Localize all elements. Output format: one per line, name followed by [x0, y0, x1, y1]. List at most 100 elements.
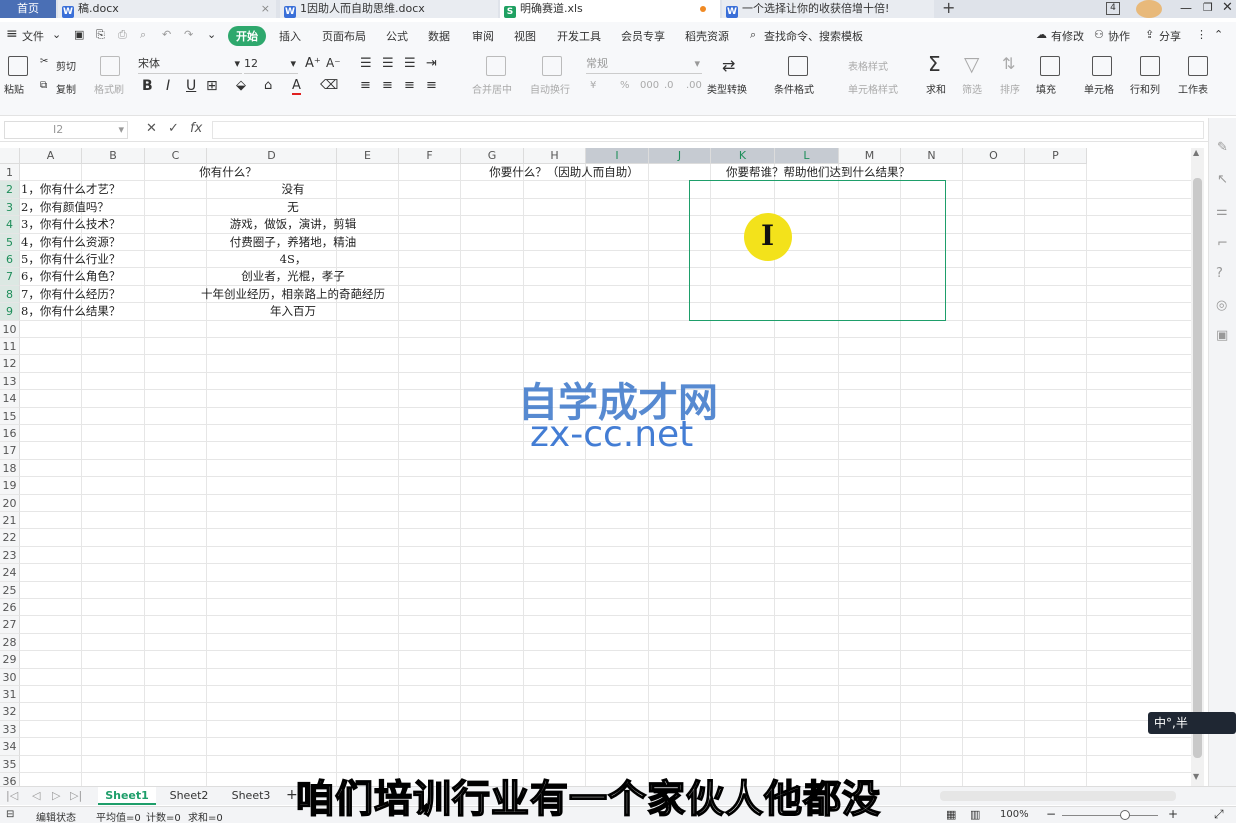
- column-header-f[interactable]: F: [399, 148, 461, 164]
- row-header-20[interactable]: 20: [0, 494, 20, 512]
- new-tab-plus-icon[interactable]: +: [942, 0, 955, 17]
- column-header-e[interactable]: E: [337, 148, 399, 164]
- align-left-icon[interactable]: ≡: [360, 78, 371, 93]
- decrease-decimal-icon[interactable]: .00: [686, 80, 702, 91]
- font-color-icon[interactable]: A: [292, 78, 301, 95]
- row-header-34[interactable]: 34: [0, 738, 20, 756]
- row-header-31[interactable]: 31: [0, 686, 20, 704]
- cut-button[interactable]: 剪切: [56, 58, 76, 73]
- cell-a6[interactable]: 5，你有什么行业？: [21, 251, 120, 268]
- zoom-level[interactable]: 100%: [1000, 809, 1029, 820]
- avatar[interactable]: [1136, 0, 1162, 18]
- row-col-icon[interactable]: [1140, 56, 1160, 76]
- row-header-35[interactable]: 35: [0, 755, 20, 773]
- font-size-select[interactable]: 12 ▾: [244, 56, 298, 74]
- row-header-15[interactable]: 15: [0, 407, 20, 425]
- fullscreen-icon[interactable]: ⤢: [1214, 807, 1224, 822]
- cell-d2[interactable]: 没有: [146, 181, 440, 198]
- cell-d8[interactable]: 十年创业经历，相亲路上的奇葩经历: [146, 286, 440, 303]
- name-box[interactable]: I2 ▾: [4, 121, 128, 139]
- row-header-10[interactable]: 10: [0, 320, 20, 338]
- first-sheet-icon[interactable]: |◁: [6, 789, 18, 802]
- row-header-30[interactable]: 30: [0, 668, 20, 686]
- shape-icon[interactable]: ⌐: [1217, 236, 1228, 251]
- increase-font-icon[interactable]: A⁺: [305, 56, 321, 71]
- row-header-27[interactable]: 27: [0, 616, 20, 634]
- print-preview-icon[interactable]: ⌕: [140, 28, 146, 42]
- column-header-n[interactable]: N: [901, 148, 963, 164]
- filter-button[interactable]: 筛选: [962, 81, 982, 96]
- row-header-32[interactable]: 32: [0, 703, 20, 721]
- cell-d9[interactable]: 年入百万: [146, 303, 440, 320]
- fill-color-icon[interactable]: ⬙: [236, 78, 246, 93]
- align-bottom-icon[interactable]: ☰: [404, 56, 416, 71]
- menu-vip[interactable]: 会员专享: [621, 28, 665, 44]
- scroll-down-icon[interactable]: ▼: [1193, 772, 1199, 781]
- column-header-g[interactable]: G: [461, 148, 524, 164]
- menu-start[interactable]: 开始: [228, 26, 266, 46]
- tab-doc-1[interactable]: W 稿.docx ×: [58, 0, 276, 18]
- select-all-corner[interactable]: [0, 148, 20, 164]
- percent-icon[interactable]: %: [620, 80, 630, 91]
- row-header-28[interactable]: 28: [0, 633, 20, 652]
- column-header-h[interactable]: H: [524, 148, 586, 164]
- sum-button[interactable]: 求和: [926, 81, 946, 96]
- row-header-21[interactable]: 21: [0, 512, 20, 530]
- column-header-l[interactable]: L: [775, 148, 839, 164]
- confirm-icon[interactable]: ✓: [168, 121, 179, 136]
- cell-i1[interactable]: 你要帮谁？帮助他们达到什么结果？: [690, 164, 946, 181]
- search-command-input[interactable]: 查找命令、搜索模板: [764, 28, 863, 44]
- row-header-26[interactable]: 26: [0, 599, 20, 617]
- tab-doc-2[interactable]: W 1因助人而自助思维.docx: [280, 0, 498, 18]
- align-center-icon[interactable]: ≡: [382, 78, 393, 93]
- close-window-icon[interactable]: ✕: [1222, 0, 1233, 15]
- share-button[interactable]: 分享: [1159, 28, 1181, 44]
- row-header-19[interactable]: 19: [0, 477, 20, 495]
- column-header-d[interactable]: D: [207, 148, 337, 164]
- bold-icon[interactable]: B: [142, 78, 153, 94]
- next-sheet-icon[interactable]: ▷: [52, 789, 60, 802]
- conditional-format-icon[interactable]: [788, 56, 808, 76]
- tab-doc-3[interactable]: W 一个选择让你的收获倍增十倍!: [722, 0, 934, 18]
- ime-toolbar[interactable]: 中°,半: [1148, 712, 1236, 734]
- settings-sliders-icon[interactable]: ⚌: [1216, 204, 1228, 219]
- menu-data[interactable]: 数据: [428, 28, 450, 44]
- cell-d6[interactable]: 4S，: [146, 251, 440, 268]
- sheet-tab-2[interactable]: Sheet2: [160, 787, 218, 805]
- row-header-23[interactable]: 23: [0, 546, 20, 565]
- minimize-icon[interactable]: —: [1180, 1, 1192, 15]
- save-icon[interactable]: ▣: [74, 28, 84, 41]
- menu-view[interactable]: 视图: [514, 28, 536, 44]
- justify-icon[interactable]: ≡: [426, 78, 437, 93]
- row-header-12[interactable]: 12: [0, 355, 20, 373]
- conditional-format-button[interactable]: 条件格式: [774, 81, 814, 96]
- changes-button[interactable]: 有修改: [1051, 28, 1084, 44]
- cell-a2[interactable]: 1，你有什么才艺？: [21, 181, 120, 198]
- chevron-down-icon[interactable]: ⌄: [52, 28, 61, 41]
- copy-button[interactable]: 复制: [56, 81, 76, 96]
- row-header-5[interactable]: 5: [0, 233, 20, 251]
- sort-icon[interactable]: ⇅: [1002, 54, 1015, 73]
- column-header-a[interactable]: A: [20, 148, 82, 164]
- cell-icon[interactable]: [1092, 56, 1112, 76]
- macro-icon[interactable]: ⊟: [6, 809, 14, 820]
- row-header-7[interactable]: 7: [0, 268, 20, 286]
- decrease-font-icon[interactable]: A⁻: [326, 56, 341, 70]
- zoom-out-icon[interactable]: −: [1046, 807, 1056, 821]
- row-header-14[interactable]: 14: [0, 390, 20, 408]
- column-header-o[interactable]: O: [963, 148, 1025, 164]
- style-icon[interactable]: ✎: [1217, 140, 1228, 155]
- row-header-33[interactable]: 33: [0, 720, 20, 739]
- formula-input[interactable]: [212, 121, 1204, 139]
- format-painter-button[interactable]: 格式刷: [94, 81, 124, 96]
- cell-e1[interactable]: 你要什么？（因助人而自助）: [440, 164, 688, 181]
- row-header-9[interactable]: 9: [0, 303, 20, 321]
- cell-d5[interactable]: 付费圈子，养猪地，精油: [146, 234, 440, 251]
- cancel-icon[interactable]: ✕: [146, 121, 157, 136]
- row-header-29[interactable]: 29: [0, 651, 20, 669]
- help-icon[interactable]: ?: [1216, 266, 1223, 281]
- row-col-button[interactable]: 行和列: [1130, 81, 1160, 96]
- cell-style-button[interactable]: 单元格样式: [848, 81, 898, 96]
- cell-a7[interactable]: 6，你有什么角色？: [21, 268, 120, 285]
- row-header-11[interactable]: 11: [0, 338, 20, 356]
